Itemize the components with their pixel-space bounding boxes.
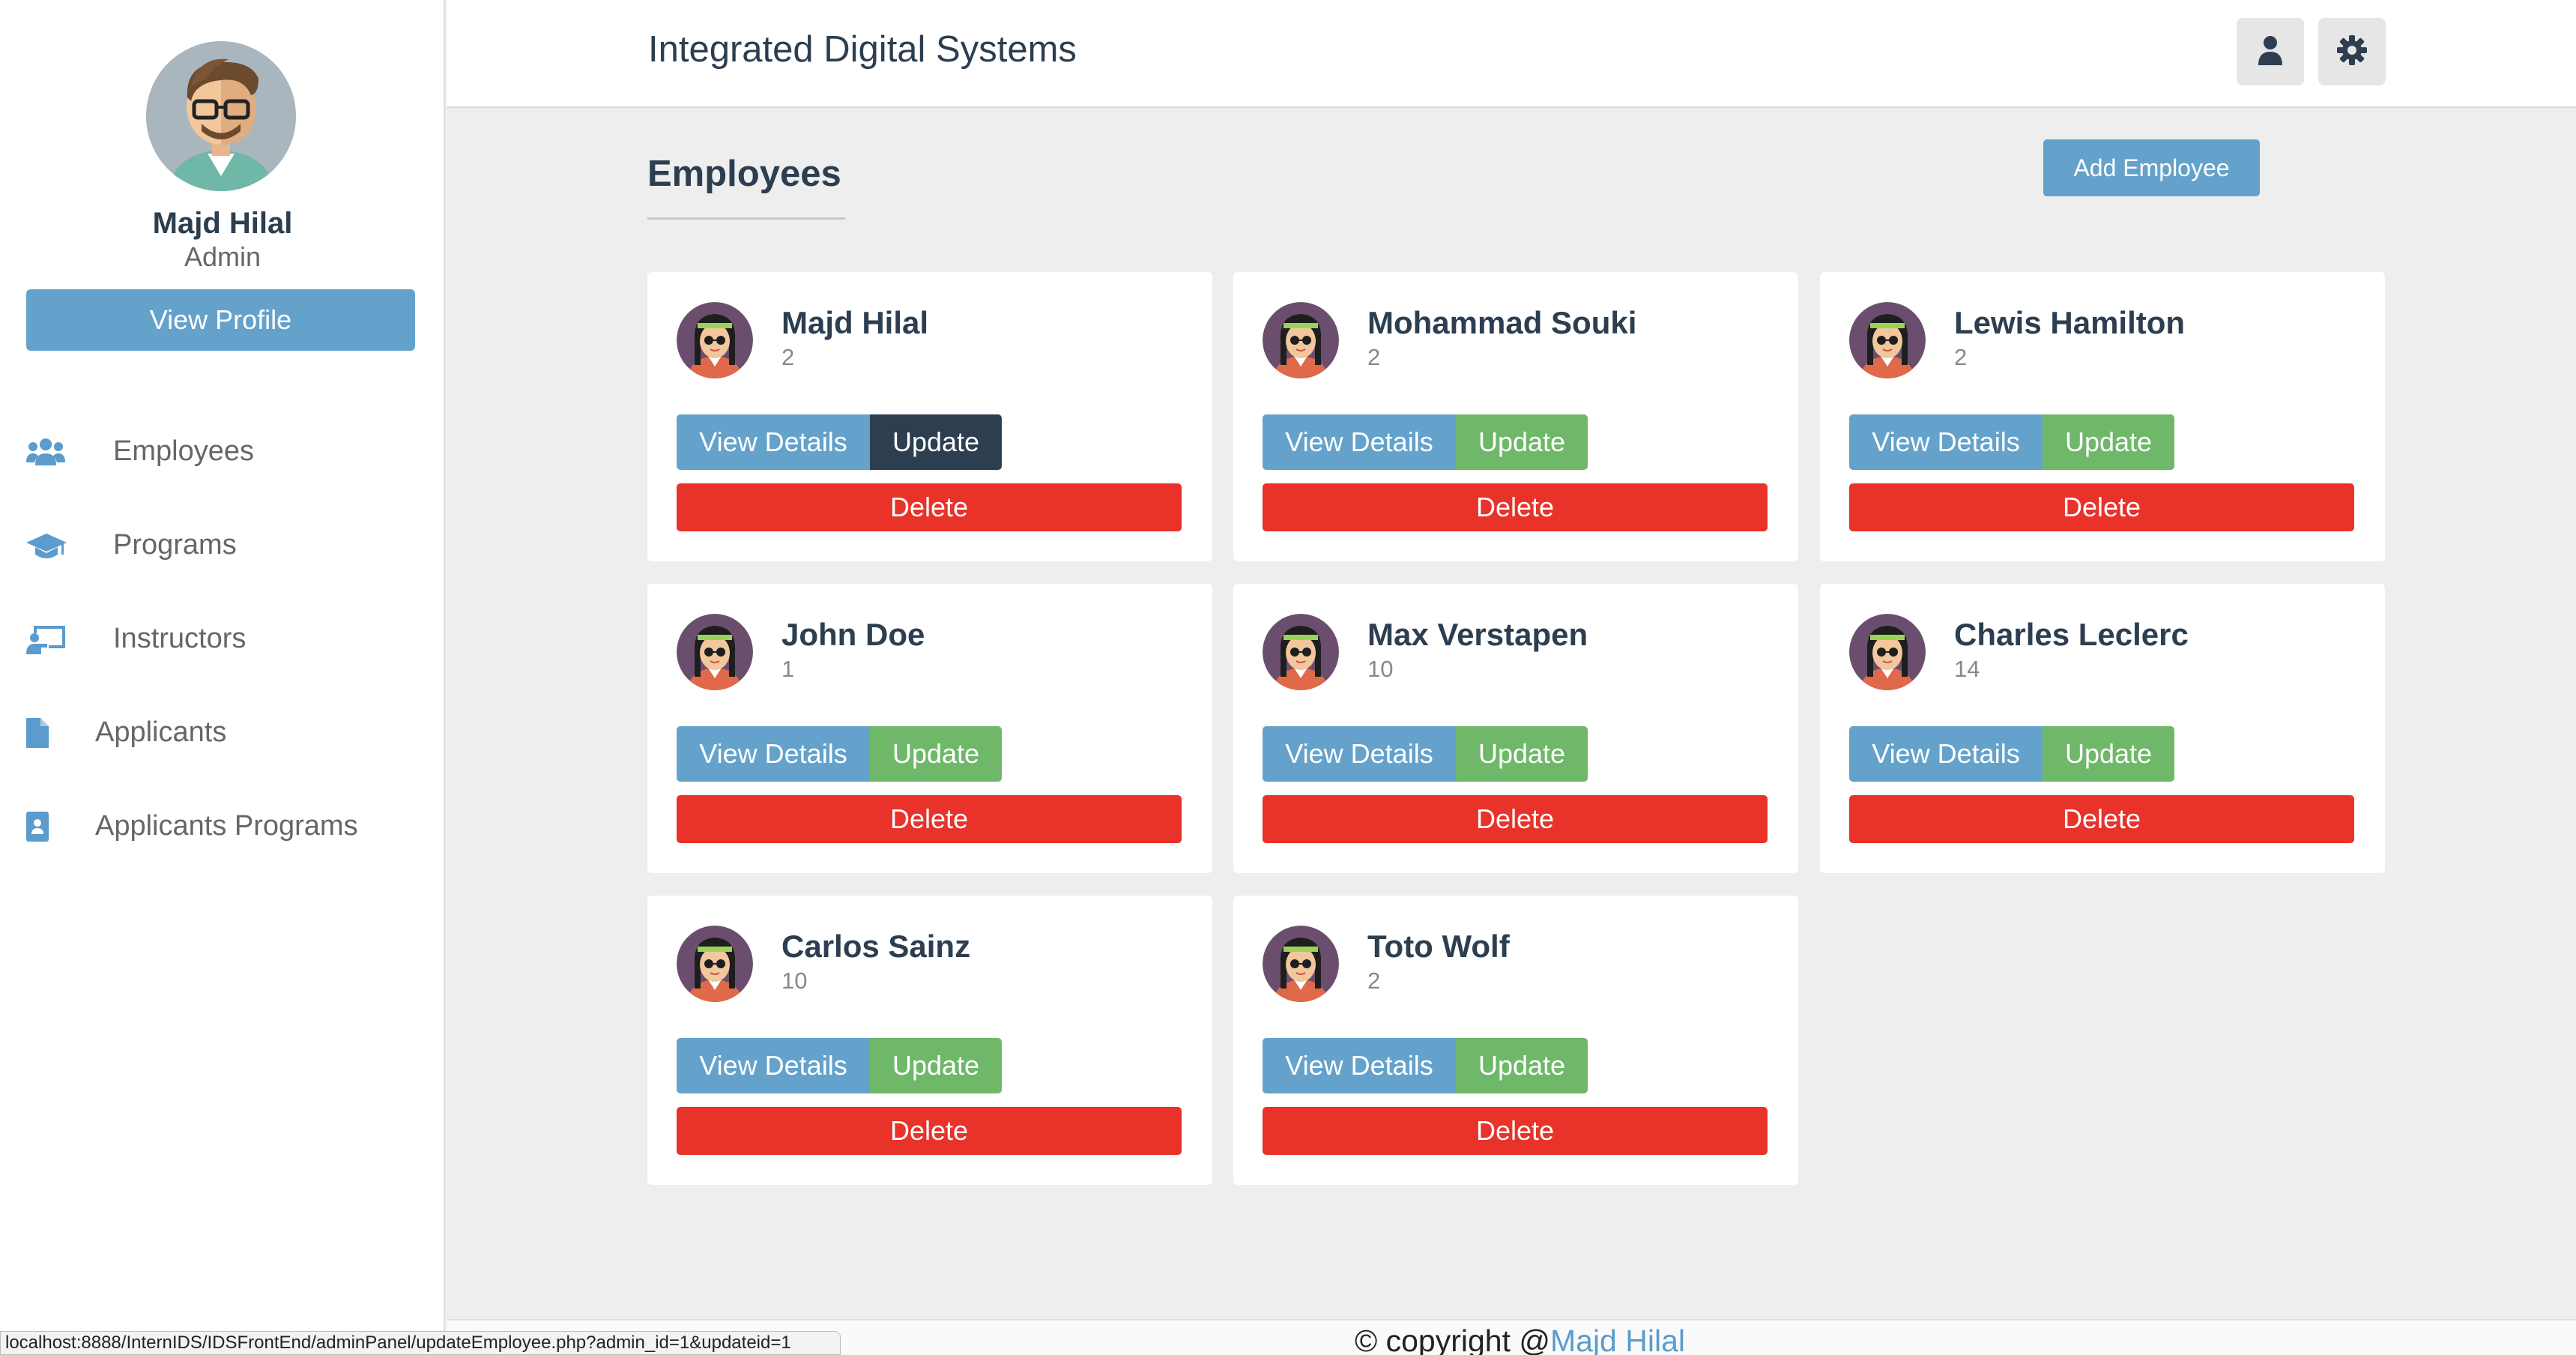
app-title: Integrated Digital Systems: [648, 29, 1077, 70]
sidebar-item-label: Employees: [113, 435, 254, 467]
browser-status-url: localhost:8888/InternIDS/IDSFrontEnd/adm…: [0, 1331, 841, 1355]
settings-button[interactable]: [2318, 18, 2386, 85]
sidebar-item-label: Programs: [113, 529, 237, 561]
view-details-button[interactable]: View Details: [677, 414, 870, 470]
employee-name: Lewis Hamilton: [1954, 305, 2186, 340]
profile-avatar: [146, 41, 296, 191]
delete-button[interactable]: Delete: [677, 1107, 1182, 1155]
top-header: Integrated Digital Systems: [447, 0, 2576, 108]
file-icon: [26, 714, 52, 752]
employee-number: 10: [781, 968, 808, 994]
employee-number: 2: [1367, 344, 1381, 370]
employee-avatar: [677, 926, 753, 1002]
view-details-button[interactable]: View Details: [1849, 414, 2043, 470]
id-badge-icon: [26, 808, 52, 845]
user-icon: [2257, 35, 2284, 69]
employee-number: 2: [781, 344, 795, 370]
employee-card: Charles Leclerc 14 View Details Update Delet…: [1820, 584, 2385, 873]
employee-avatar: [677, 614, 753, 690]
sidebar-item-label: Applicants: [95, 716, 227, 748]
view-details-button[interactable]: View Details: [1263, 726, 1456, 782]
employee-avatar: [1263, 926, 1339, 1002]
page-title: Employees: [647, 154, 841, 194]
employee-number: 2: [1954, 344, 1968, 370]
sidebar-item-applicants-programs[interactable]: Applicants Programs: [0, 779, 445, 873]
add-employee-button[interactable]: Add Employee: [2043, 139, 2260, 196]
view-details-button[interactable]: View Details: [1263, 1038, 1456, 1093]
delete-button[interactable]: Delete: [677, 483, 1182, 531]
copyright-text: © copyright @Majd Hilal: [1355, 1324, 1685, 1355]
sidebar-item-applicants[interactable]: Applicants: [0, 686, 445, 779]
sidebar-item-employees[interactable]: Employees: [0, 405, 445, 498]
employee-number: 2: [1367, 968, 1381, 994]
title-underline: [647, 217, 845, 220]
delete-button[interactable]: Delete: [1263, 795, 1768, 843]
user-button[interactable]: [2237, 18, 2304, 85]
sidebar-item-programs[interactable]: Programs: [0, 498, 445, 592]
graduation-cap-icon: [26, 527, 70, 564]
profile-role: Admin: [184, 241, 261, 272]
employee-avatar: [677, 302, 753, 378]
employee-card: Max Verstapen 10 View Details Update Delete: [1233, 584, 1798, 873]
employee-name: John Doe: [781, 617, 925, 652]
employee-avatar: [1263, 614, 1339, 690]
delete-button[interactable]: Delete: [1263, 1107, 1768, 1155]
gear-icon: [2337, 34, 2367, 69]
sidebar-item-instructors[interactable]: Instructors: [0, 592, 445, 686]
employee-avatar: [1849, 302, 1926, 378]
employee-card: Lewis Hamilton 2 View Details Update Delete: [1820, 272, 2385, 561]
chalkboard-teacher-icon: [26, 621, 70, 658]
view-profile-button[interactable]: View Profile: [26, 289, 415, 351]
employee-name: Max Verstapen: [1367, 617, 1588, 652]
employee-card: Majd Hilal 2 View Details Update Delete: [647, 272, 1212, 561]
view-details-button[interactable]: View Details: [677, 726, 870, 782]
employee-number: 14: [1954, 656, 1980, 682]
update-button[interactable]: Update: [870, 726, 1002, 782]
users-icon: [26, 433, 70, 471]
delete-button[interactable]: Delete: [1263, 483, 1768, 531]
view-details-button[interactable]: View Details: [677, 1038, 870, 1093]
update-button[interactable]: Update: [2043, 414, 2174, 470]
employee-card: Toto Wolf 2 View Details Update Delete: [1233, 896, 1798, 1185]
sidebar: Majd Hilal Admin View Profile Employees: [0, 0, 445, 1355]
employee-number: 1: [781, 656, 795, 682]
employee-name: Carlos Sainz: [781, 929, 971, 964]
employee-name: Mohammad Souki: [1367, 305, 1637, 340]
employee-card: Mohammad Souki 2 View Details Update Delete: [1233, 272, 1798, 561]
author-link[interactable]: Majd Hilal: [1550, 1324, 1685, 1355]
update-button[interactable]: Update: [2043, 726, 2174, 782]
sidebar-item-label: Instructors: [113, 623, 247, 654]
update-button[interactable]: Update: [1456, 726, 1588, 782]
employee-name: Charles Leclerc: [1954, 617, 2189, 652]
view-details-button[interactable]: View Details: [1849, 726, 2043, 782]
employee-number: 10: [1367, 656, 1394, 682]
view-details-button[interactable]: View Details: [1263, 414, 1456, 470]
update-button[interactable]: Update: [870, 414, 1002, 470]
sidebar-item-label: Applicants Programs: [95, 810, 358, 842]
delete-button[interactable]: Delete: [1849, 795, 2354, 843]
sidebar-nav: Employees Programs Instructors Applicant…: [0, 405, 445, 873]
profile-name: Majd Hilal: [152, 207, 293, 240]
employee-avatar: [1849, 614, 1926, 690]
delete-button[interactable]: Delete: [1849, 483, 2354, 531]
employee-card: Carlos Sainz 10 View Details Update Delete: [647, 896, 1212, 1185]
employee-avatar: [1263, 302, 1339, 378]
employee-card: John Doe 1 View Details Update Delete: [647, 584, 1212, 873]
employee-name: Toto Wolf: [1367, 929, 1510, 964]
delete-button[interactable]: Delete: [677, 795, 1182, 843]
update-button[interactable]: Update: [1456, 1038, 1588, 1093]
employee-name: Majd Hilal: [781, 305, 929, 340]
update-button[interactable]: Update: [1456, 414, 1588, 470]
update-button[interactable]: Update: [870, 1038, 1002, 1093]
